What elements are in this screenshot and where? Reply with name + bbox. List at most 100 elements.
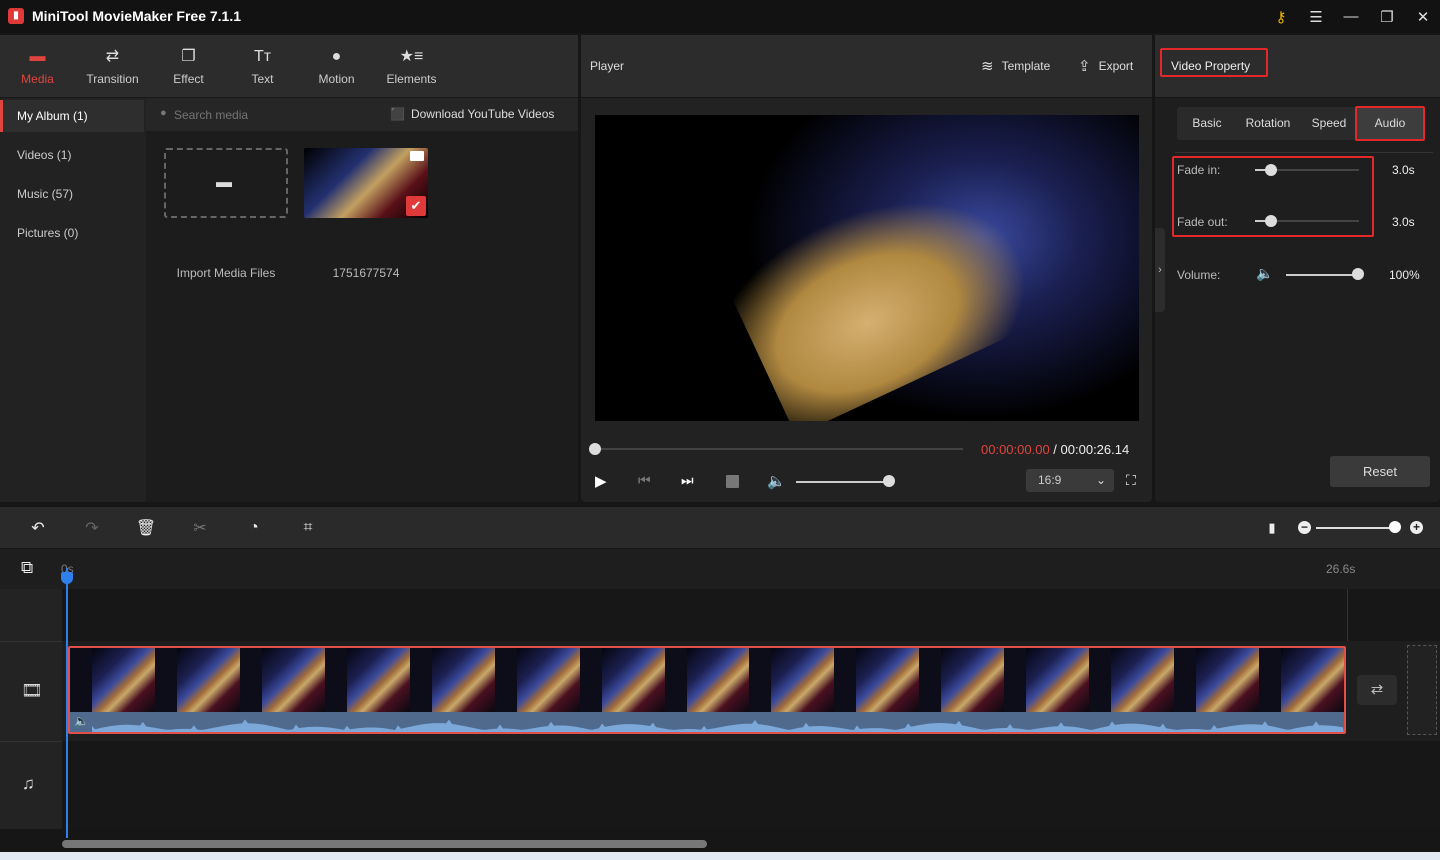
taskbar-edge xyxy=(0,852,1440,860)
property-tabs: Basic Rotation Speed Audio xyxy=(1177,106,1425,141)
delete-icon[interactable]: 🗑 xyxy=(131,507,161,548)
video-property-panel: Video Property Basic Rotation Speed Audi… xyxy=(1155,35,1440,502)
fullscreen-icon[interactable]: ⛶ xyxy=(1126,472,1136,489)
tab-text[interactable]: Tт Text xyxy=(225,35,300,98)
divider xyxy=(1175,152,1433,153)
timeline-zoom-slider[interactable] xyxy=(1316,527,1395,529)
export-button[interactable]: ⇪ Export xyxy=(1078,57,1133,75)
import-media-button[interactable]: ▬ xyxy=(164,148,288,218)
folder-icon: ▬ xyxy=(29,47,46,65)
collapse-panel-handle[interactable]: › xyxy=(1155,228,1165,312)
tab-effect[interactable]: ❐ Effect xyxy=(151,35,226,98)
tab-elements[interactable]: ★≡ Elements xyxy=(374,35,449,98)
export-icon: ⇪ xyxy=(1078,58,1091,75)
volume-icon[interactable]: 🔈 xyxy=(1256,265,1273,282)
checkmark-icon[interactable]: ✔ xyxy=(406,196,426,216)
clip-frame xyxy=(431,648,495,712)
media-clip-thumbnail[interactable]: ✔ xyxy=(304,148,428,218)
tab-motion[interactable]: ● Motion xyxy=(299,35,374,98)
current-time: 00:00:00.00 xyxy=(981,442,1050,457)
album-music[interactable]: Music (57) xyxy=(0,178,144,210)
redo-icon[interactable]: ↷ xyxy=(77,507,107,548)
audio-volume-knob[interactable] xyxy=(1352,268,1364,280)
waveform-graphic xyxy=(92,719,1344,732)
tab-basic[interactable]: Basic xyxy=(1177,107,1237,140)
ruler-end-label: 26.6s xyxy=(1326,562,1356,576)
undo-icon[interactable]: ↶ xyxy=(23,507,53,548)
previous-frame-icon[interactable]: ⏮ xyxy=(638,472,651,489)
clip-frame xyxy=(1196,648,1260,712)
seek-bar[interactable] xyxy=(595,448,963,450)
aspect-ratio-select[interactable]: 16:9 ⌄ xyxy=(1026,469,1114,492)
split-scissors-icon[interactable]: ✂ xyxy=(185,507,215,548)
album-pictures[interactable]: Pictures (0) xyxy=(0,217,144,249)
search-input[interactable] xyxy=(174,104,374,126)
transition-slot-icon[interactable]: ⇄ xyxy=(1357,675,1397,705)
clip-frame xyxy=(346,648,410,712)
menu-icon[interactable]: ☰ xyxy=(1298,0,1334,33)
playhead-handle[interactable] xyxy=(61,572,73,584)
empty-clip-slot[interactable] xyxy=(1407,645,1437,735)
text-tt-icon: Tт xyxy=(253,47,272,65)
clip-frame xyxy=(771,648,835,712)
timeline-ruler[interactable]: ⧉ 0s 26.6s xyxy=(0,549,1440,589)
clip-frame xyxy=(92,648,155,712)
next-frame-icon[interactable]: ⏭ xyxy=(681,472,694,489)
tab-media[interactable]: ▬ Media xyxy=(0,35,75,98)
fade-out-label: Fade out: xyxy=(1177,215,1228,229)
player-volume-knob[interactable] xyxy=(883,475,895,487)
timeline-toolbar: ↶ ↷ 🗑 ✂ ◔ ⌗ ▮ − + xyxy=(0,507,1440,548)
clip-frame xyxy=(941,648,1005,712)
stop-icon[interactable] xyxy=(726,475,739,488)
tab-rotation[interactable]: Rotation xyxy=(1237,107,1299,140)
zoom-in-icon[interactable]: + xyxy=(1410,521,1423,534)
timeline-zoom-knob[interactable] xyxy=(1389,521,1401,533)
restore-icon[interactable]: ❐ xyxy=(1369,0,1405,33)
volume-value: 100% xyxy=(1389,268,1420,282)
key-icon[interactable]: ⚷ xyxy=(1263,0,1299,33)
seek-knob[interactable] xyxy=(589,443,601,455)
timeline-horizontal-scrollbar[interactable] xyxy=(62,840,707,848)
minimize-icon[interactable]: — xyxy=(1333,0,1369,33)
motion-ball-icon: ● xyxy=(331,47,342,65)
media-panel: ▬ Media ⇄ Transition ❐ Effect Tт Text ● … xyxy=(0,35,578,502)
effect-layers-icon: ❐ xyxy=(181,47,196,65)
album-my-album[interactable]: My Album (1) xyxy=(0,100,144,132)
clip-frame xyxy=(176,648,240,712)
close-icon[interactable]: ✕ xyxy=(1405,0,1440,33)
template-button[interactable]: ≋ Template xyxy=(981,57,1050,75)
clip-frame xyxy=(1111,648,1175,712)
zoom-out-icon[interactable]: − xyxy=(1298,521,1311,534)
time-display: 00:00:00.00 / 00:00:26.14 xyxy=(981,442,1130,457)
video-clip[interactable]: 🔈 xyxy=(68,646,1346,734)
reset-button[interactable]: Reset xyxy=(1330,456,1430,487)
clip-frame xyxy=(601,648,665,712)
video-preview[interactable] xyxy=(595,115,1139,421)
speed-gauge-icon[interactable]: ◔ xyxy=(239,507,269,548)
main-tabs: ▬ Media ⇄ Transition ❐ Effect Tт Text ● … xyxy=(0,35,578,98)
player-header: Player ≋ Template ⇪ Export xyxy=(581,35,1152,98)
album-list: My Album (1) Videos (1) Music (57) Pictu… xyxy=(0,98,146,502)
album-videos[interactable]: Videos (1) xyxy=(0,139,144,171)
add-track-icon[interactable]: ⧉ xyxy=(21,558,33,578)
download-youtube-button[interactable]: ⬛ Download YouTube Videos xyxy=(390,107,554,121)
play-icon[interactable]: ▶ xyxy=(595,472,607,490)
track-headers: 🎞 ♫ xyxy=(0,589,62,829)
fade-out-knob[interactable] xyxy=(1264,215,1277,227)
fade-in-value: 3.0s xyxy=(1392,163,1415,177)
fade-in-knob[interactable] xyxy=(1264,164,1277,176)
crop-icon[interactable]: ⌗ xyxy=(293,507,323,548)
fit-timeline-icon[interactable]: ▮ xyxy=(1257,507,1287,548)
clip-frame xyxy=(261,648,325,712)
tab-audio[interactable]: Audio xyxy=(1355,106,1425,141)
tab-transition[interactable]: ⇄ Transition xyxy=(75,35,150,98)
layers-icon: ≋ xyxy=(981,58,994,75)
minitool-logo-icon: ▮ xyxy=(8,8,24,24)
tab-speed[interactable]: Speed xyxy=(1299,107,1359,140)
player-volume-slider[interactable] xyxy=(796,481,889,483)
volume-icon[interactable]: 🔈 xyxy=(767,472,786,490)
music-track-icon: ♫ xyxy=(22,774,35,793)
clip-frame xyxy=(1026,648,1090,712)
search-icon: ● xyxy=(160,107,167,119)
clip-audio-icon[interactable]: 🔈 xyxy=(74,714,89,728)
